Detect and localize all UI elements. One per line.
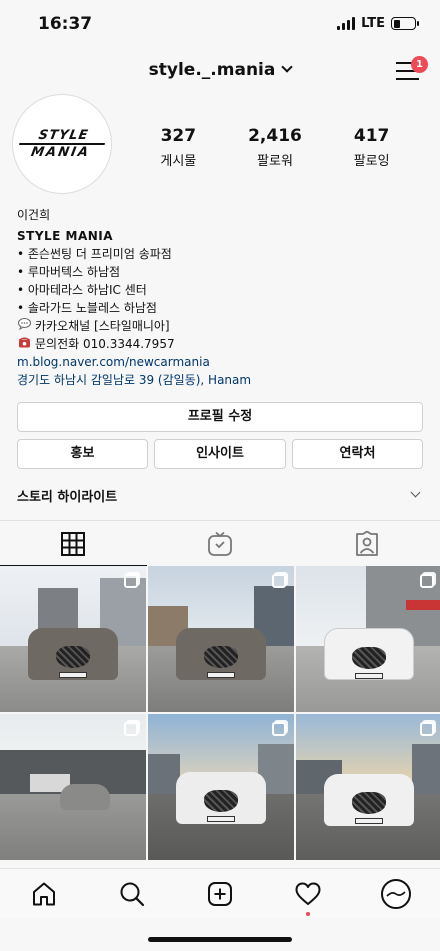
home-indicator: [148, 937, 292, 942]
multi-photo-icon: [124, 722, 138, 736]
bio-line: • 솔라가드 노블레스 하남점: [17, 301, 157, 315]
chevron-down-icon: [410, 487, 421, 498]
profile-avatar-icon: [381, 878, 411, 909]
status-bar: 16:37 LTE: [0, 0, 440, 48]
promote-button[interactable]: 홍보: [17, 439, 148, 469]
search-icon: [120, 882, 145, 906]
nav-activity[interactable]: [288, 874, 328, 916]
cellular-signal-icon: [337, 17, 356, 30]
network-type: LTE: [361, 16, 385, 31]
igtv-icon: [208, 531, 232, 556]
notification-badge: 1: [411, 56, 428, 73]
post-thumbnail[interactable]: [148, 566, 294, 712]
style-mania-logo: STYLE MANIA: [14, 128, 109, 160]
multi-photo-icon: [420, 574, 434, 588]
activity-heart-icon: [295, 882, 321, 905]
nav-home[interactable]: [24, 874, 64, 914]
contact-button[interactable]: 연락처: [292, 439, 423, 469]
chevron-down-icon: [281, 61, 294, 73]
posts-label: 게시물: [160, 154, 197, 169]
speech-bubble-icon: [17, 317, 31, 335]
grid-icon: [61, 531, 86, 556]
bio-phone: 문의전화 010.3344.7957: [17, 335, 427, 353]
bio-kakao: 카카오채널 [스타일매니아]: [17, 317, 427, 335]
new-post-icon: [208, 881, 232, 906]
following-count: 417: [353, 126, 390, 146]
display-name: 이건희: [17, 208, 51, 222]
followers-label: 팔로워: [257, 154, 293, 169]
stat-posts[interactable]: 327 게시물: [133, 126, 223, 169]
post-thumbnail[interactable]: [296, 714, 440, 860]
stat-followers[interactable]: 2,416 팔로워: [230, 126, 320, 169]
insights-button[interactable]: 인사이트: [154, 439, 286, 469]
activity-notification-dot: [306, 911, 310, 916]
multi-photo-icon: [272, 574, 286, 588]
tagged-icon: [355, 530, 378, 556]
edit-profile-button[interactable]: 프로필 수정: [17, 402, 423, 432]
post-thumbnail[interactable]: [148, 714, 294, 860]
profile-stats: 327 게시물 2,416 팔로워 417 팔로잉: [130, 126, 420, 169]
tab-igtv[interactable]: [147, 521, 294, 566]
username: style._.mania: [148, 60, 276, 80]
story-highlights-toggle[interactable]: 스토리 하이라이트: [17, 486, 427, 505]
profile-header: style._.mania 1: [0, 52, 440, 92]
account-switcher[interactable]: style._.mania: [0, 60, 440, 80]
bio-line: • 아마테라스 하남IC 센터: [17, 283, 147, 297]
multi-photo-icon: [124, 574, 138, 588]
status-indicators: LTE: [337, 16, 419, 31]
following-label: 팔로잉: [353, 154, 390, 169]
menu-button[interactable]: 1: [396, 56, 428, 82]
posts-count: 327: [160, 126, 197, 146]
nav-search[interactable]: [112, 874, 152, 914]
bottom-navigation: [0, 868, 440, 918]
post-thumbnail[interactable]: [296, 566, 440, 712]
status-time: 16:37: [38, 14, 93, 34]
nav-new-post[interactable]: [200, 874, 240, 914]
business-name: STYLE MANIA: [17, 229, 114, 243]
profile-avatar[interactable]: STYLE MANIA: [12, 94, 112, 194]
highlights-label: 스토리 하이라이트: [17, 490, 118, 505]
tab-tagged[interactable]: [293, 521, 440, 566]
bio-line: • 존슨썬팅 더 프리미엄 송파점: [17, 247, 172, 261]
telephone-icon: [17, 335, 31, 353]
battery-icon: [391, 17, 419, 30]
profile-tabs: [0, 520, 440, 566]
address-link[interactable]: 경기도 하남시 감일남로 39 (감일동), Hanam: [17, 371, 427, 389]
nav-profile[interactable]: [376, 874, 416, 914]
home-icon: [33, 882, 55, 905]
post-thumbnail[interactable]: [0, 566, 146, 712]
bio-line: • 루마버텍스 하남점: [17, 265, 121, 279]
tab-posts-grid[interactable]: [0, 521, 147, 566]
followers-count: 2,416: [248, 126, 302, 146]
profile-bio: 이건희 STYLE MANIA • 존슨썬팅 더 프리미엄 송파점 • 루마버텍…: [17, 206, 427, 389]
multi-photo-icon: [272, 722, 286, 736]
multi-photo-icon: [420, 722, 434, 736]
stat-following[interactable]: 417 팔로잉: [327, 126, 417, 169]
website-link[interactable]: m.blog.naver.com/newcarmania: [17, 353, 427, 371]
post-thumbnail[interactable]: [0, 714, 146, 860]
posts-grid: [0, 566, 440, 868]
